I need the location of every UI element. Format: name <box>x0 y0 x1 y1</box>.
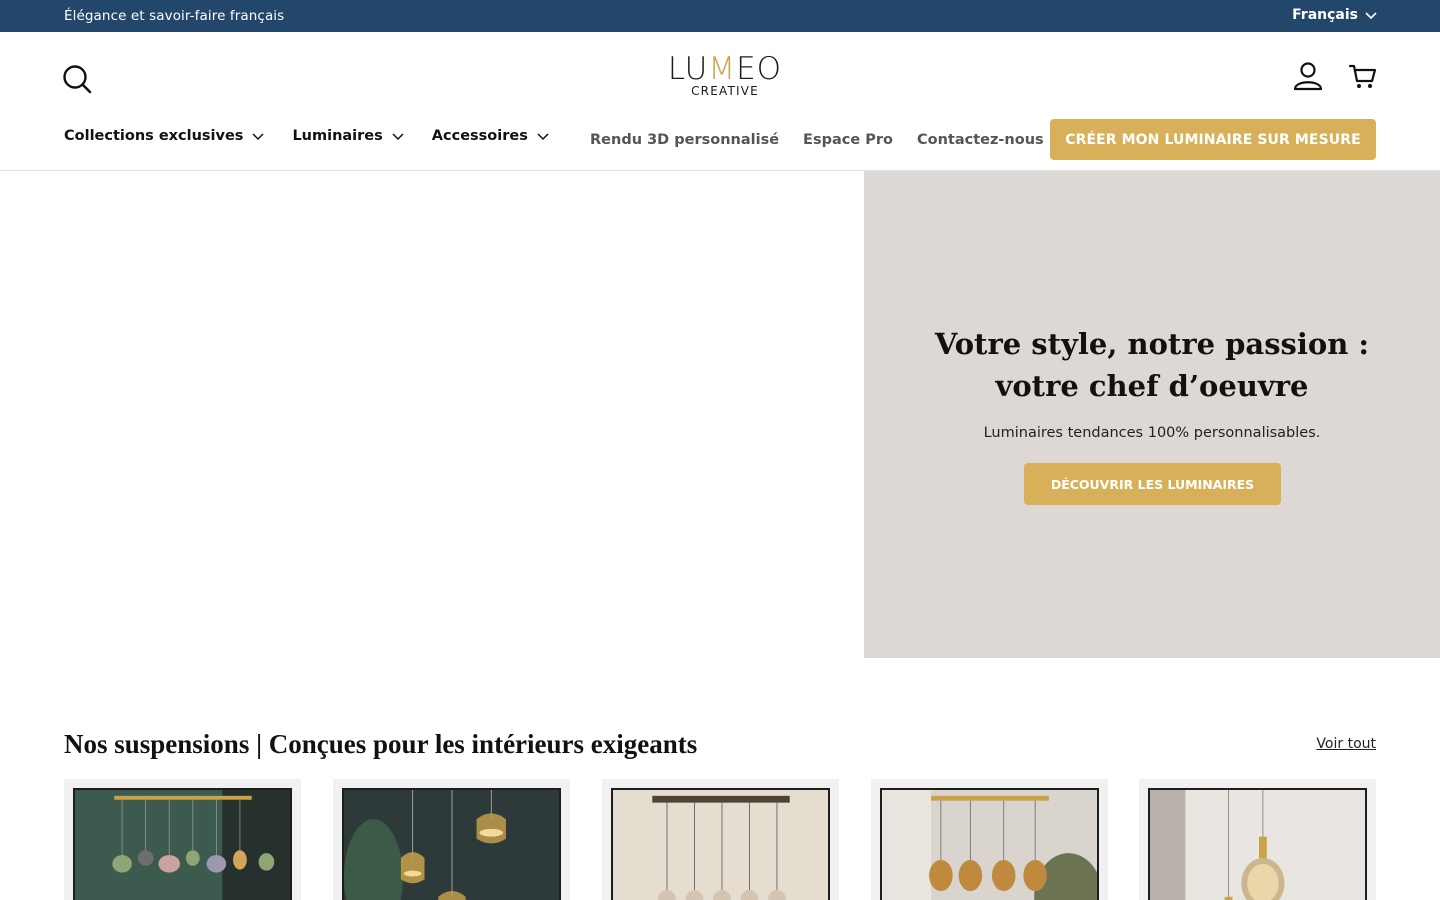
product-image <box>880 788 1099 900</box>
discover-luminaires-button[interactable]: DÉCOUVRIR LES LUMINAIRES <box>1024 463 1281 505</box>
account-icon <box>1293 62 1323 91</box>
secondary-nav: Rendu 3D personnalisé Espace Pro Contact… <box>590 132 1044 148</box>
hero-title: Votre style, notre passion : votre chef … <box>934 327 1370 403</box>
product-image <box>73 788 292 900</box>
hero-subtitle: Luminaires tendances 100% personnalisabl… <box>983 425 1321 441</box>
product-card[interactable] <box>333 779 570 900</box>
nav-luminaires[interactable]: Luminaires <box>292 128 404 144</box>
search-icon <box>63 65 92 94</box>
chevron-down-icon <box>537 133 549 141</box>
nav-accessoires[interactable]: Accessoires <box>432 128 550 144</box>
product-card[interactable] <box>602 779 839 900</box>
nav-rendu-3d[interactable]: Rendu 3D personnalisé <box>590 132 779 148</box>
primary-nav: Collections exclusives Luminaires Access… <box>64 128 550 144</box>
product-image <box>611 788 830 900</box>
language-label: Français <box>1292 7 1358 23</box>
product-carousel <box>64 779 1376 900</box>
product-card[interactable] <box>1139 779 1376 900</box>
section-title: Nos suspensions | Conçues pour les intér… <box>64 729 698 759</box>
create-custom-light-button[interactable]: CRÉER MON LUMINAIRE SUR MESURE <box>1050 119 1376 160</box>
account-button[interactable] <box>1290 58 1326 94</box>
hero-media <box>0 171 864 658</box>
chevron-down-icon <box>392 133 404 141</box>
nav-contact[interactable]: Contactez-nous <box>917 132 1044 148</box>
nav-collections-exclusives[interactable]: Collections exclusives <box>64 128 265 144</box>
product-image <box>1148 788 1367 900</box>
announcement-bar: Élégance et savoir-faire français França… <box>0 0 1440 32</box>
cart-button[interactable] <box>1346 59 1380 93</box>
product-card[interactable] <box>871 779 1108 900</box>
see-all-link[interactable]: Voir tout <box>1316 736 1376 752</box>
chevron-down-icon <box>252 133 264 141</box>
product-card[interactable] <box>64 779 301 900</box>
nav-espace-pro[interactable]: Espace Pro <box>803 132 893 148</box>
search-button[interactable] <box>60 62 94 96</box>
language-selector[interactable]: Français <box>1292 7 1378 23</box>
logo-subtitle: CREATIVE <box>691 84 759 98</box>
cart-icon <box>1348 64 1377 88</box>
logo-wordmark: LUMEO <box>667 51 783 87</box>
site-header: LUMEO CREATIVE Collections exclusives Lu… <box>0 32 1440 171</box>
hero-panel: Votre style, notre passion : votre chef … <box>864 171 1440 658</box>
product-image <box>342 788 561 900</box>
brand-logo[interactable]: LUMEO CREATIVE <box>640 52 810 98</box>
announcement-tagline: Élégance et savoir-faire français <box>64 8 285 24</box>
chevron-down-icon <box>1365 12 1377 20</box>
